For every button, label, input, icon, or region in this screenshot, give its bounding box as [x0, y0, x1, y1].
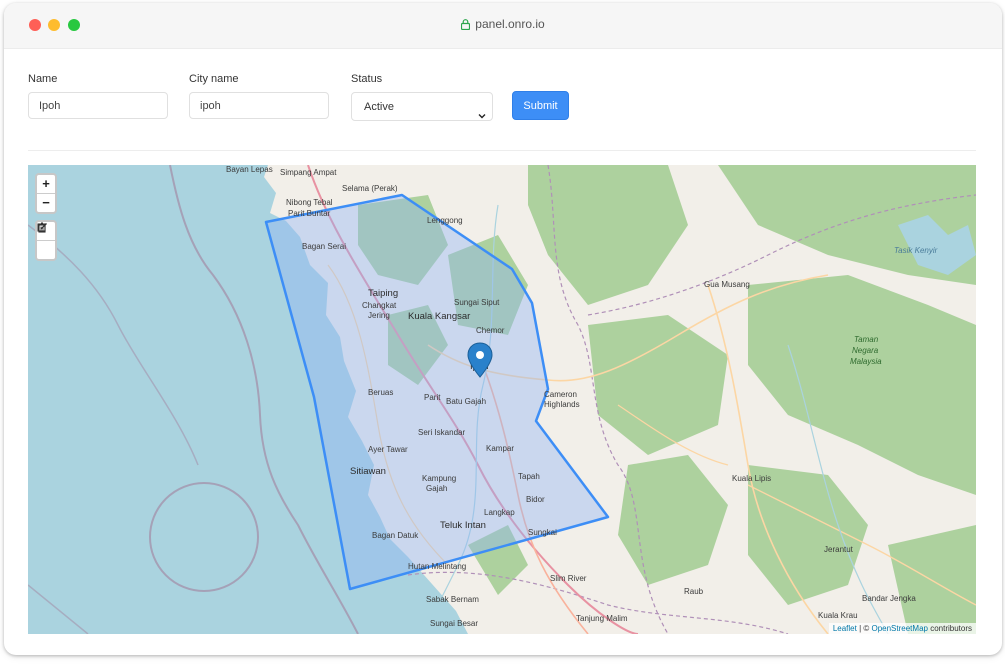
svg-text:Sungai Besar: Sungai Besar	[430, 619, 478, 628]
svg-text:Ayer Tawar: Ayer Tawar	[368, 445, 408, 454]
svg-text:Tanjung Malim: Tanjung Malim	[576, 614, 628, 623]
status-select[interactable]: Active	[351, 92, 493, 121]
svg-text:Gajah: Gajah	[426, 484, 447, 493]
zoom-out-button[interactable]: −	[37, 193, 55, 212]
svg-text:Kuala Krau: Kuala Krau	[818, 611, 858, 620]
svg-text:Seri Iskandar: Seri Iskandar	[418, 428, 465, 437]
name-label: Name	[28, 73, 58, 85]
osm-link[interactable]: OpenStreetMap	[871, 624, 927, 633]
svg-text:Batu Gajah: Batu Gajah	[446, 397, 486, 406]
svg-text:Jerantut: Jerantut	[824, 545, 854, 554]
svg-text:Slim River: Slim River	[550, 574, 587, 583]
svg-text:Simpang Ampat: Simpang Ampat	[280, 168, 337, 177]
svg-text:Lenggong: Lenggong	[427, 216, 463, 225]
leaflet-link[interactable]: Leaflet	[833, 624, 857, 633]
svg-text:Taiping: Taiping	[368, 288, 398, 299]
svg-text:Sungai Siput: Sungai Siput	[454, 298, 500, 307]
svg-text:Changkat: Changkat	[362, 301, 397, 310]
svg-text:Kuala Lipis: Kuala Lipis	[732, 474, 771, 483]
svg-text:Beruas: Beruas	[368, 388, 393, 397]
map-attribution: Leaflet | © OpenStreetMap contributors	[828, 623, 976, 634]
svg-text:Langkap: Langkap	[484, 508, 515, 517]
submit-button[interactable]: Submit	[512, 91, 569, 120]
chevron-down-icon	[478, 103, 486, 132]
svg-text:Sabak Bernam: Sabak Bernam	[426, 595, 479, 604]
svg-text:Bandar Jengka: Bandar Jengka	[862, 594, 916, 603]
browser-window: panel.onro.io Name Ipoh City name ipoh S…	[4, 3, 1002, 655]
svg-text:Kuala Kangsar: Kuala Kangsar	[408, 311, 470, 322]
city-name-label: City name	[189, 73, 239, 85]
svg-text:Parit Buntar: Parit Buntar	[288, 209, 331, 218]
svg-text:Selama (Perak): Selama (Perak)	[342, 184, 398, 193]
svg-text:Sitiawan: Sitiawan	[350, 466, 386, 477]
draw-toolbar	[35, 220, 57, 261]
svg-text:Negara: Negara	[852, 346, 879, 355]
map[interactable]: Bayan Lepas Simpang Ampat Selama (Perak)…	[28, 165, 976, 634]
svg-text:Jering: Jering	[368, 311, 390, 320]
svg-text:Highlands: Highlands	[544, 400, 580, 409]
title-bar: panel.onro.io	[4, 3, 1002, 49]
svg-text:Tapah: Tapah	[518, 472, 540, 481]
status-label: Status	[351, 73, 383, 85]
svg-text:Kampar: Kampar	[486, 444, 514, 453]
svg-text:Bayan Lepas: Bayan Lepas	[226, 165, 273, 174]
svg-text:Cameron: Cameron	[544, 390, 577, 399]
city-name-input[interactable]: ipoh	[189, 92, 329, 119]
attribution-suffix: contributors	[927, 624, 972, 633]
svg-text:Tasik Kenyir: Tasik Kenyir	[894, 246, 938, 255]
zoom-in-button[interactable]: +	[37, 175, 55, 193]
zoom-control: + −	[35, 173, 57, 214]
svg-text:Malaysia: Malaysia	[850, 357, 882, 366]
svg-text:Kampung: Kampung	[422, 474, 456, 483]
svg-text:Gua Musang: Gua Musang	[704, 280, 750, 289]
lock-icon	[461, 19, 471, 33]
svg-text:Teluk Intan: Teluk Intan	[440, 520, 486, 531]
map-tiles: Bayan Lepas Simpang Ampat Selama (Perak)…	[28, 165, 976, 634]
status-selected-value: Active	[364, 101, 394, 113]
svg-text:Chemor: Chemor	[476, 326, 505, 335]
svg-text:Hutan Melintang: Hutan Melintang	[408, 562, 466, 571]
svg-text:Nibong Tebal: Nibong Tebal	[286, 198, 333, 207]
address-bar[interactable]: panel.onro.io	[4, 17, 1002, 33]
divider	[28, 150, 976, 151]
url-text: panel.onro.io	[475, 17, 545, 31]
attribution-separator: | ©	[856, 624, 872, 633]
name-input[interactable]: Ipoh	[28, 92, 168, 119]
svg-text:Sungkai: Sungkai	[528, 528, 557, 537]
svg-text:Bagan Serai: Bagan Serai	[302, 242, 346, 251]
svg-text:Bagan Datuk: Bagan Datuk	[372, 531, 419, 540]
svg-text:Bidor: Bidor	[526, 495, 545, 504]
svg-text:Raub: Raub	[684, 587, 704, 596]
svg-text:Parit: Parit	[424, 393, 441, 402]
delete-layers-button[interactable]	[37, 222, 55, 259]
svg-text:Taman: Taman	[854, 335, 879, 344]
